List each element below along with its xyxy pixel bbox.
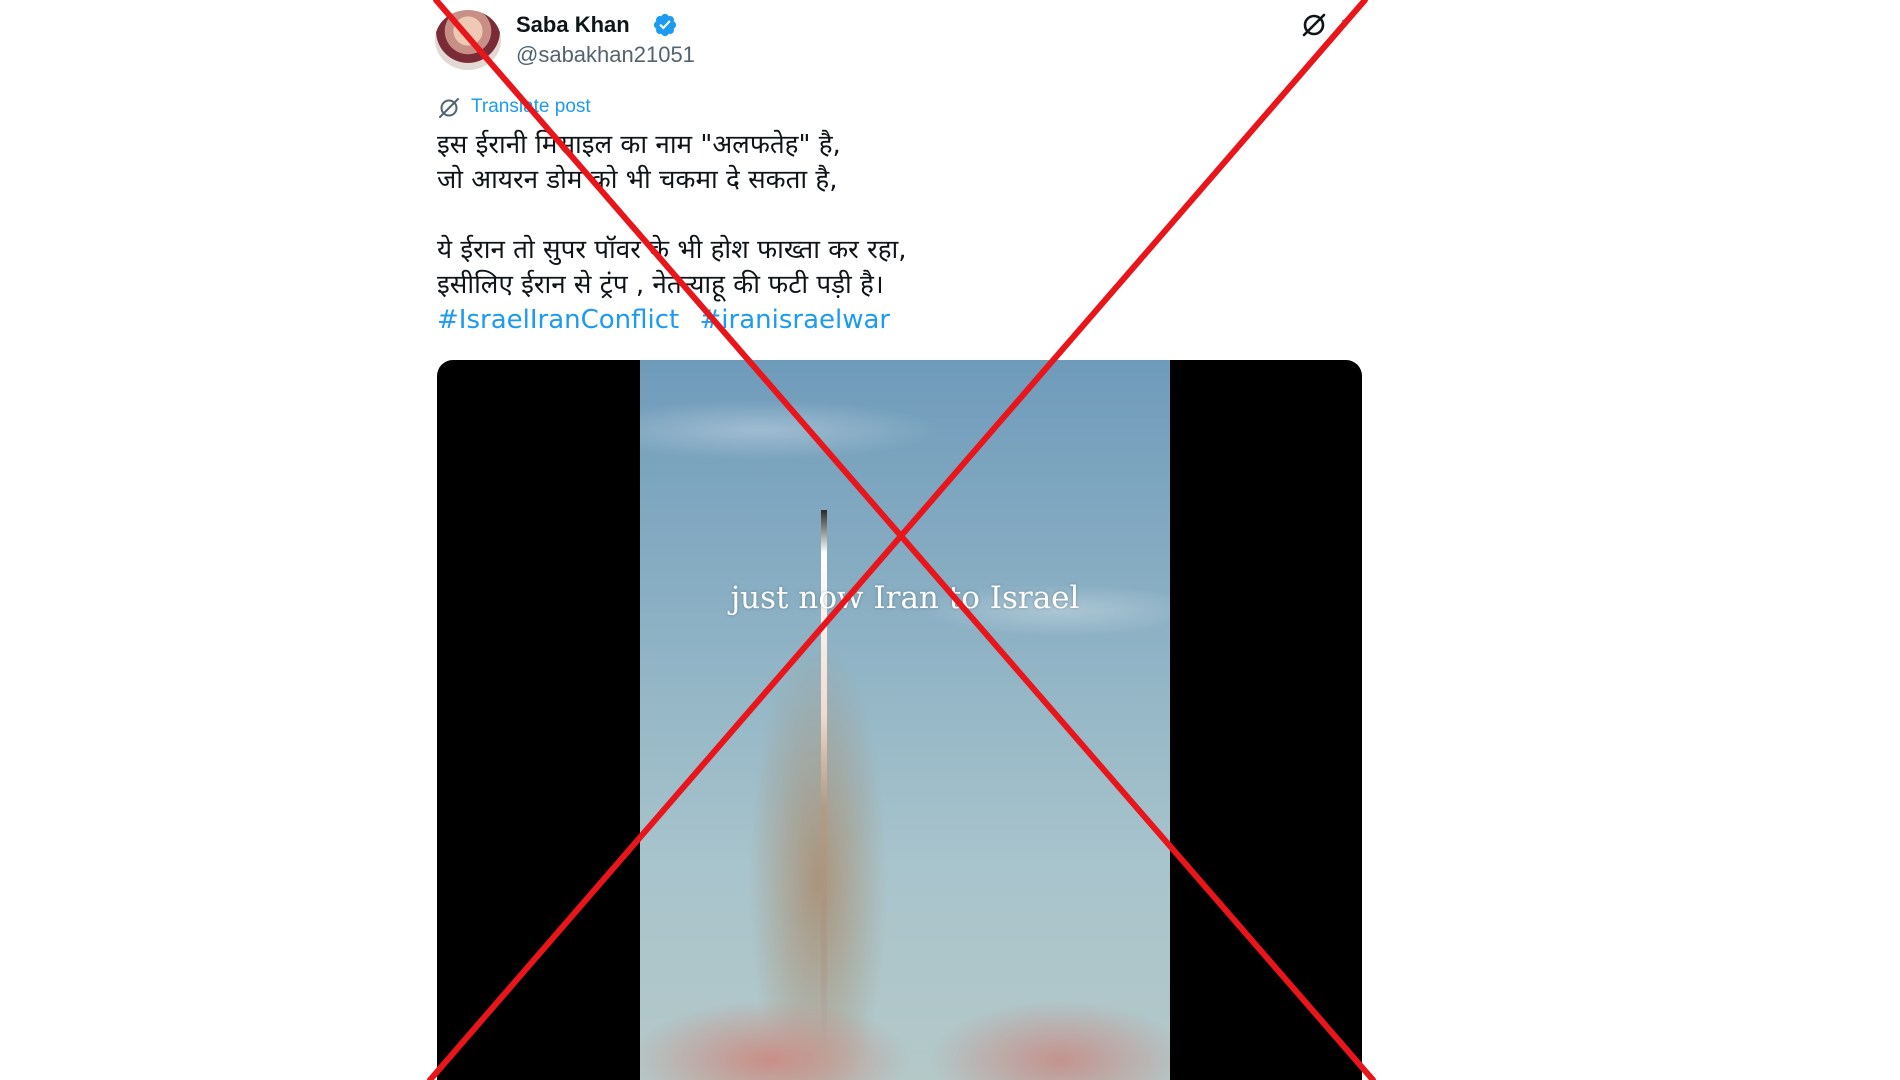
video-frame: just now Iran to Israel — [640, 360, 1170, 1080]
video-player[interactable]: just now Iran to Israel — [437, 360, 1362, 1080]
avatar[interactable] — [435, 10, 501, 70]
more-options-icon[interactable]: · — [1340, 12, 1347, 34]
tweet-line: इस ईरानी मिसाइल का नाम "अलफतेह" है, — [437, 130, 841, 160]
tweet-text: इस ईरानी मिसाइल का नाम "अलफतेह" है, जो आ… — [437, 128, 1337, 338]
author-name[interactable]: Saba Khan — [516, 12, 630, 38]
hashtag-link[interactable]: #IsraelIranConflict — [437, 305, 679, 335]
tweet-line: ये ईरान तो सुपर पॉवर के भी होश फाख्ता कर… — [437, 235, 907, 265]
translate-post-link[interactable]: Translate post — [471, 96, 591, 118]
hashtag-link[interactable]: #iranisraelwar — [700, 305, 891, 335]
hashtag-row: #IsraelIranConflict #iranisraelwar — [437, 303, 1337, 338]
verified-badge-icon — [653, 13, 677, 37]
tweet-line: इसीलिए ईरान से ट्रंप , नेतन्याहू की फटी … — [437, 270, 884, 300]
translate-icon[interactable] — [437, 96, 461, 120]
tweet-line: जो आयरन डोम को भी चकमा दे सकता है, — [437, 165, 838, 195]
grok-icon[interactable] — [1300, 11, 1328, 39]
author-handle[interactable]: @sabakhan21051 — [516, 42, 695, 68]
video-caption: just now Iran to Israel — [730, 580, 1080, 616]
